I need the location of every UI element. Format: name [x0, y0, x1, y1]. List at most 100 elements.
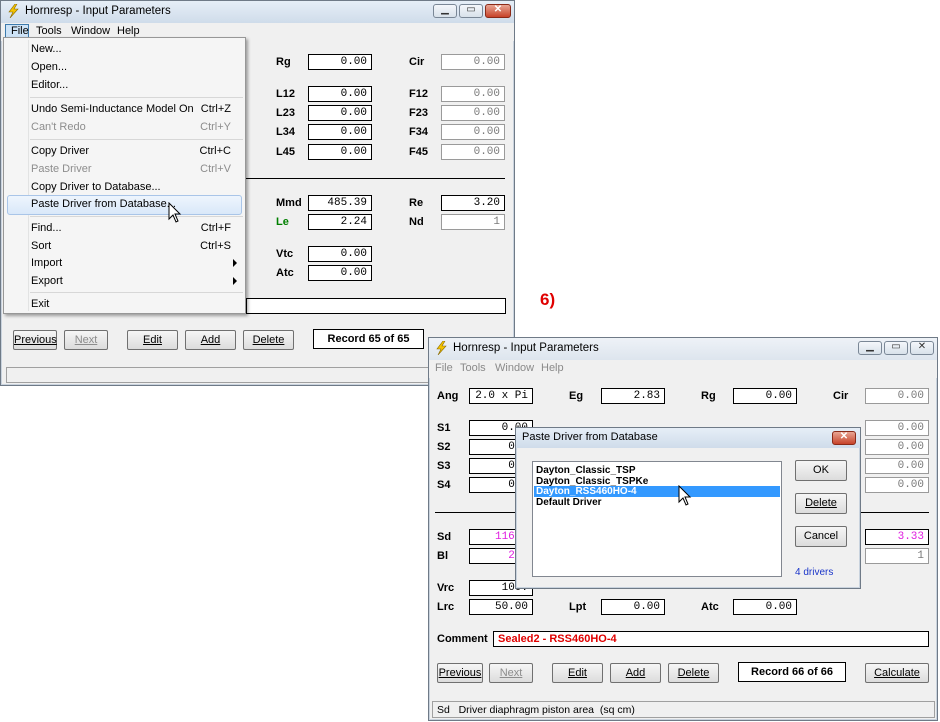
- field-row2-col4[interactable]: 0.00: [865, 439, 929, 455]
- menu-window[interactable]: Window: [71, 25, 110, 37]
- file-menu-item[interactable]: Editor...: [4, 77, 245, 94]
- previous-button-2[interactable]: Previous: [437, 663, 483, 683]
- label-ang: Ang: [437, 390, 459, 402]
- field-rg[interactable]: 0.00: [308, 54, 372, 70]
- menu-tools[interactable]: Tools: [36, 25, 62, 37]
- calculate-button[interactable]: Calculate: [865, 663, 929, 683]
- file-menu-item-shortcut: Ctrl+Z: [200, 103, 231, 115]
- field-l45[interactable]: 0.00: [308, 144, 372, 160]
- file-menu-item[interactable]: Exit: [4, 296, 245, 313]
- field-f23[interactable]: 0.00: [441, 105, 505, 121]
- comment-field-2[interactable]: Sealed2 - RSS460HO-4: [493, 631, 929, 647]
- close-button-2[interactable]: ✕: [910, 341, 934, 355]
- submenu-arrow-icon: [233, 259, 237, 267]
- file-menu-item[interactable]: Sort Ctrl+S: [4, 238, 245, 255]
- menu-tools-2[interactable]: Tools: [460, 362, 486, 374]
- label-s4: S4: [437, 479, 451, 491]
- dialog-delete-button[interactable]: Delete: [795, 493, 847, 514]
- previous-button[interactable]: Previous: [13, 330, 57, 350]
- file-menu-item[interactable]: Copy Driver Ctrl+C: [4, 143, 245, 160]
- field-vtc[interactable]: 0.00: [308, 246, 372, 262]
- file-menu-item[interactable]: Can't Redo Ctrl+Y: [4, 119, 245, 136]
- field-nd[interactable]: 1: [441, 214, 505, 230]
- label-nd: Nd: [409, 216, 424, 228]
- label-f45: F45: [409, 146, 428, 158]
- file-menu-item-label: New...: [31, 43, 62, 55]
- label-vrc: Vrc: [437, 582, 455, 594]
- maximize-button-2[interactable]: ▭: [884, 341, 908, 355]
- field-lpt[interactable]: 0.00: [601, 599, 665, 615]
- file-menu-item[interactable]: Import: [4, 255, 245, 272]
- field-f34[interactable]: 0.00: [441, 124, 505, 140]
- field-l12[interactable]: 0.00: [308, 86, 372, 102]
- menu-help-2[interactable]: Help: [541, 362, 564, 374]
- menu-file-2[interactable]: File: [435, 362, 453, 374]
- field-row3-col4[interactable]: 0.00: [865, 458, 929, 474]
- label-f23: F23: [409, 107, 428, 119]
- field-f12[interactable]: 0.00: [441, 86, 505, 102]
- field-re[interactable]: 3.20: [441, 195, 505, 211]
- field-row1-col4[interactable]: 0.00: [865, 420, 929, 436]
- driver-list-item[interactable]: Dayton_Classic_TSP: [534, 465, 780, 476]
- file-menu-item[interactable]: Paste Driver Ctrl+V: [4, 161, 245, 178]
- edit-button-2[interactable]: Edit: [552, 663, 603, 683]
- field-re-2[interactable]: 3.33: [865, 529, 929, 545]
- menu-bar-2: File Tools Window Help: [429, 360, 937, 378]
- add-button-2[interactable]: Add: [610, 663, 661, 683]
- ok-button[interactable]: OK: [795, 460, 847, 481]
- menu-file[interactable]: File: [11, 25, 29, 37]
- file-menu-item-label: Paste Driver: [31, 163, 92, 175]
- submenu-arrow-icon: [233, 277, 237, 285]
- field-cir-2[interactable]: 0.00: [865, 388, 929, 404]
- label-s2: S2: [437, 441, 451, 453]
- file-menu-item[interactable]: Export: [4, 273, 245, 290]
- file-menu-item[interactable]: Copy Driver to Database...: [4, 179, 245, 196]
- label-l23: L23: [276, 107, 295, 119]
- field-l23[interactable]: 0.00: [308, 105, 372, 121]
- minimize-button-2[interactable]: ▁: [858, 341, 882, 355]
- driver-list-item[interactable]: Default Driver: [534, 497, 780, 508]
- field-cir[interactable]: 0.00: [441, 54, 505, 70]
- file-menu-item-label: Copy Driver: [31, 145, 90, 157]
- cancel-button[interactable]: Cancel: [795, 526, 847, 547]
- menu-help[interactable]: Help: [117, 25, 140, 37]
- driver-list-item[interactable]: Dayton_RSS460HO-4: [534, 486, 780, 497]
- file-menu-item-label: Sort: [31, 240, 52, 252]
- next-button[interactable]: Next: [64, 330, 108, 350]
- field-eg[interactable]: 2.83: [601, 388, 665, 404]
- field-l34[interactable]: 0.00: [308, 124, 372, 140]
- dialog-close-button[interactable]: ✕: [832, 431, 856, 445]
- field-lrc[interactable]: 50.00: [469, 599, 533, 615]
- comment-field[interactable]: [246, 298, 506, 314]
- maximize-icon: ▭: [466, 4, 476, 15]
- minimize-button[interactable]: ▁: [433, 4, 457, 18]
- maximize-icon-2: ▭: [891, 341, 901, 352]
- file-menu-item[interactable]: New...: [4, 41, 245, 58]
- window-title: Hornresp - Input Parameters: [25, 5, 171, 17]
- field-nd-2[interactable]: 1: [865, 548, 929, 564]
- close-button[interactable]: ✕: [485, 4, 511, 18]
- driver-list[interactable]: Dayton_Classic_TSP Dayton_Classic_TSPKe Da…: [532, 461, 782, 577]
- field-atc[interactable]: 0.00: [308, 265, 372, 281]
- delete-button[interactable]: Delete: [243, 330, 294, 350]
- field-row4-col4[interactable]: 0.00: [865, 477, 929, 493]
- driver-list-item[interactable]: Dayton_Classic_TSPKe: [534, 476, 780, 487]
- menu-separator: [30, 97, 243, 98]
- file-menu-item[interactable]: Paste Driver from Database...: [4, 195, 245, 215]
- next-button-2[interactable]: Next: [489, 663, 533, 683]
- maximize-button[interactable]: ▭: [459, 4, 483, 18]
- delete-button-2[interactable]: Delete: [668, 663, 719, 683]
- field-f45[interactable]: 0.00: [441, 144, 505, 160]
- field-atc-2[interactable]: 0.00: [733, 599, 797, 615]
- field-le[interactable]: 2.24: [308, 214, 372, 230]
- file-menu-item[interactable]: Open...: [4, 59, 245, 76]
- file-menu-item[interactable]: Undo Semi-Inductance Model On Ctrl+Z: [4, 101, 245, 118]
- field-rg-2[interactable]: 0.00: [733, 388, 797, 404]
- add-button[interactable]: Add: [185, 330, 236, 350]
- file-menu-item[interactable]: Find... Ctrl+F: [4, 220, 245, 237]
- record-indicator-2: Record 66 of 66: [738, 662, 846, 682]
- edit-button[interactable]: Edit: [127, 330, 178, 350]
- menu-window-2[interactable]: Window: [495, 362, 534, 374]
- field-ang[interactable]: 2.0 x Pi: [469, 388, 533, 404]
- field-mmd[interactable]: 485.39: [308, 195, 372, 211]
